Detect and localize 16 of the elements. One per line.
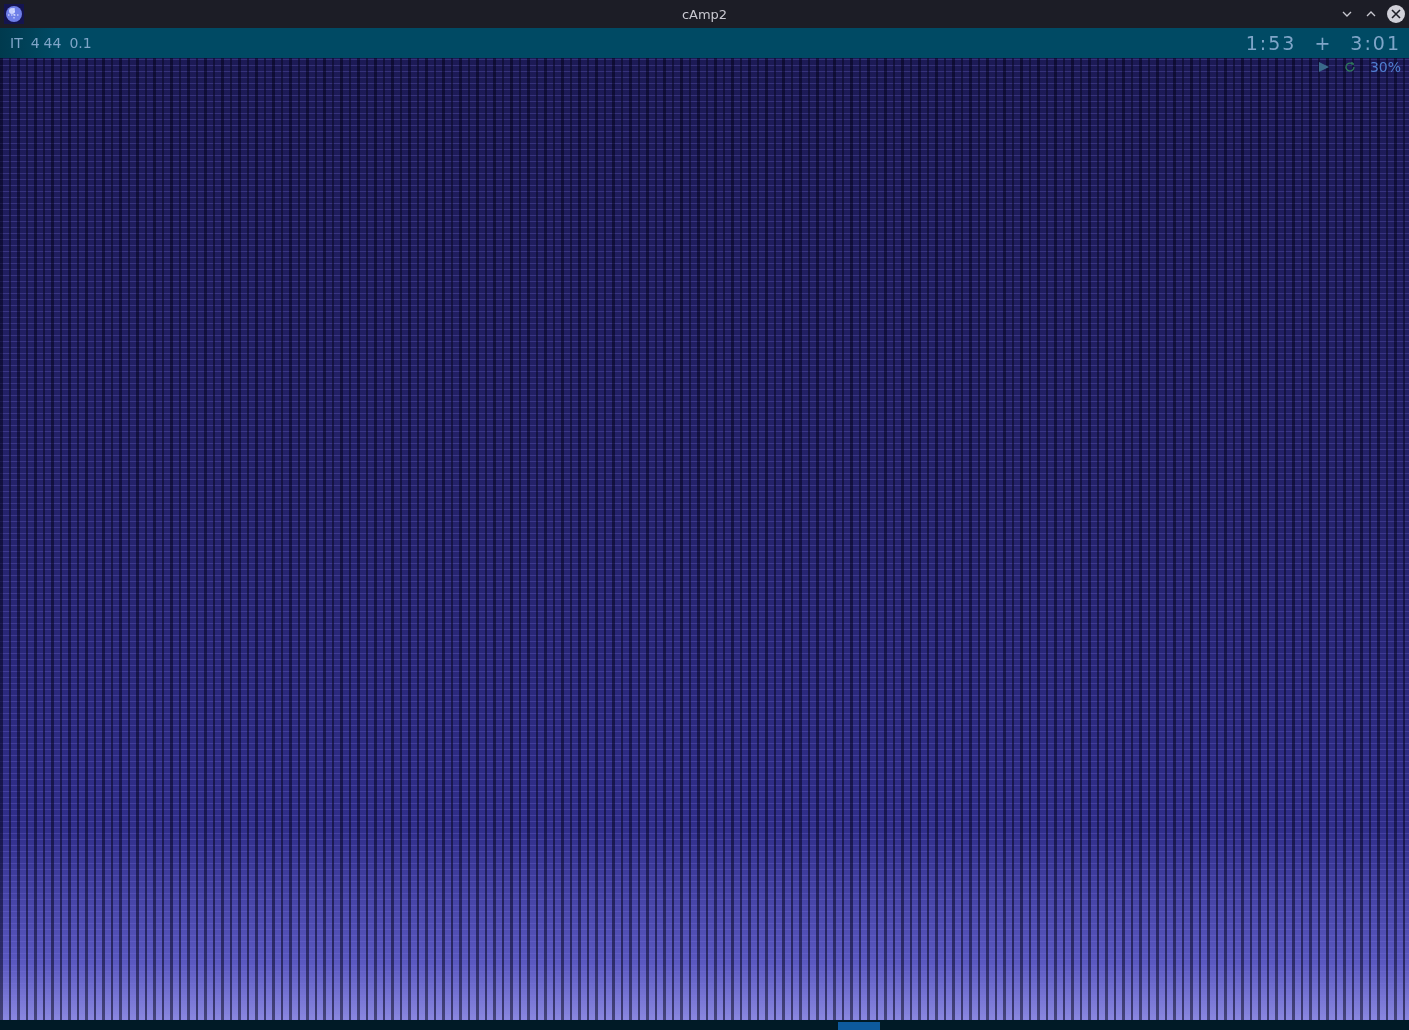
channels-label: 4 [30,35,40,51]
total-time: 3:01 [1350,32,1401,54]
value-label: 0.1 [69,35,92,51]
percent-label: 30% [1369,59,1401,75]
plus-label: + [1314,32,1333,54]
repeat-icon[interactable] [1343,61,1356,73]
play-icon[interactable] [1317,61,1330,73]
rate-label: 44 [43,35,62,51]
seek-marker[interactable] [838,1022,881,1030]
window-title: cAmp2 [681,6,728,22]
globe-icon[interactable] [4,4,24,24]
close-icon [1391,9,1401,19]
format-label: IT [10,35,23,51]
close-button[interactable] [1387,5,1405,23]
seek-bar[interactable] [0,1020,1409,1030]
position-time: 1:53 [1245,32,1297,54]
